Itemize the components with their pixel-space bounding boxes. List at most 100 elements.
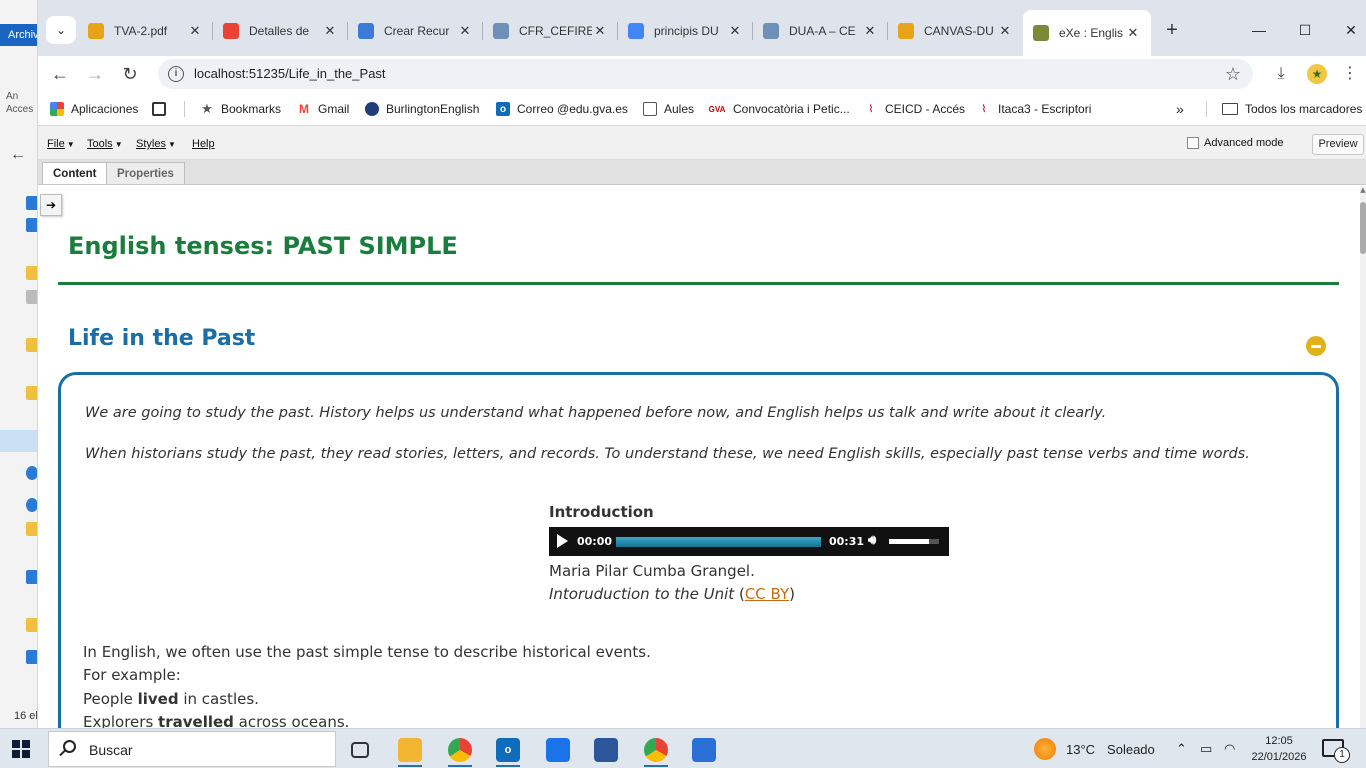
- chrome-icon[interactable]: [440, 733, 480, 767]
- outlook-icon[interactable]: o: [488, 733, 528, 767]
- preview-button[interactable]: Preview: [1312, 134, 1364, 155]
- address-bar[interactable]: i localhost:51235/Life_in_the_Past ☆: [158, 59, 1253, 89]
- close-window-button[interactable]: ✕: [1328, 16, 1366, 44]
- back-button[interactable]: ←: [46, 60, 74, 88]
- grid-bookmark[interactable]: [152, 92, 173, 126]
- tab-content[interactable]: Content: [42, 162, 108, 184]
- license-link[interactable]: CC BY: [745, 585, 789, 603]
- editor-icon[interactable]: [586, 733, 626, 767]
- close-icon[interactable]: ✕: [862, 23, 878, 39]
- caret-down-icon: ▼: [114, 140, 123, 149]
- advanced-mode-toggle[interactable]: Advanced mode: [1187, 137, 1284, 149]
- text: Explorers: [83, 713, 159, 728]
- tab-properties[interactable]: Properties: [106, 162, 185, 184]
- menu-styles[interactable]: Styles ▼: [136, 126, 176, 163]
- bookmark-gmail[interactable]: M Gmail: [297, 92, 349, 126]
- close-icon[interactable]: ✕: [727, 23, 743, 39]
- tab-gmail-details[interactable]: Detalles de ✕: [213, 14, 348, 48]
- weather-widget[interactable]: 13°C Soleado: [1034, 729, 1155, 768]
- close-icon[interactable]: ✕: [457, 23, 473, 39]
- close-icon[interactable]: ✕: [322, 23, 338, 39]
- outlook-icon: o: [496, 102, 510, 116]
- scrollbar[interactable]: [1360, 186, 1366, 728]
- bookmark-ceicd[interactable]: ⌇ CEICD - Accés: [864, 92, 965, 126]
- bookmark-burlington[interactable]: BurlingtonEnglish: [365, 92, 479, 126]
- toggle-navigation-arrow-icon[interactable]: ➔: [40, 194, 62, 216]
- maximize-button[interactable]: ☐: [1282, 16, 1328, 44]
- chevron-up-icon[interactable]: ⌃: [1176, 729, 1187, 768]
- text: across oceans.: [233, 713, 350, 728]
- close-icon[interactable]: ✕: [592, 23, 608, 39]
- tab-cfr-cefire[interactable]: CFR_CEFIRE ✕: [483, 14, 618, 48]
- menu-help[interactable]: Help: [192, 126, 215, 162]
- tab-exe-english[interactable]: eXe : Englis ✕: [1023, 10, 1151, 56]
- verb: lived: [137, 690, 179, 708]
- site-info-icon[interactable]: i: [168, 66, 184, 82]
- bookmark-label: Aules: [664, 102, 695, 116]
- close-icon[interactable]: ✕: [187, 23, 203, 39]
- pdf-icon: [88, 23, 104, 39]
- task-view-icon[interactable]: [340, 733, 380, 767]
- tab-crear-recursos[interactable]: Crear Recur ✕: [348, 14, 483, 48]
- apps-bookmark[interactable]: Aplicaciones: [50, 92, 138, 126]
- play-icon[interactable]: [557, 534, 568, 548]
- menu-file[interactable]: File ▼: [47, 126, 75, 163]
- folder-icon: [26, 618, 37, 632]
- all-bookmarks[interactable]: Todos los marcadores: [1222, 92, 1362, 126]
- bookmark-star-icon[interactable]: ☆: [1225, 59, 1241, 89]
- more-bookmarks-chevron-icon[interactable]: »: [1176, 92, 1184, 126]
- folder-icon: [26, 522, 37, 536]
- exe-menubar: File ▼ Tools ▼ Styles ▼ Help Advanced mode …: [38, 126, 1366, 160]
- calendar-icon[interactable]: [538, 733, 578, 767]
- volume-icon[interactable]: 🔊︎: [868, 533, 876, 548]
- work-title: Intoruduction to the Unit: [549, 585, 735, 603]
- taskbar-search[interactable]: Buscar: [48, 731, 336, 767]
- bookmark-bookmarks[interactable]: ★ Bookmarks: [200, 92, 281, 126]
- scroll-up-arrow-icon[interactable]: ▲: [1360, 186, 1366, 194]
- app-icon[interactable]: [684, 733, 724, 767]
- collapse-minus-icon[interactable]: [1306, 336, 1326, 356]
- exe-tabs: Content Properties: [38, 160, 1366, 185]
- text: People: [83, 690, 138, 708]
- menu-tools[interactable]: Tools ▼: [87, 126, 123, 163]
- archive-tab[interactable]: Archiv: [0, 24, 37, 46]
- bookmark-convocatoria[interactable]: GVA Convocatòria i Petic...: [708, 92, 850, 126]
- media-attribution: Intoruduction to the Unit (CC BY): [549, 585, 796, 603]
- volume-slider[interactable]: [889, 539, 939, 544]
- advanced-mode-checkbox[interactable]: [1187, 137, 1199, 149]
- forward-button[interactable]: →: [81, 60, 109, 88]
- bookmark-correo[interactable]: o Correo @edu.gva.es: [496, 92, 628, 126]
- download-icon[interactable]: ⤓: [1267, 60, 1295, 88]
- bookmark-itaca3[interactable]: ⌇ Itaca3 - Escriptori: [977, 92, 1092, 126]
- close-icon[interactable]: ✕: [997, 23, 1013, 39]
- profile-avatar[interactable]: ★: [1307, 64, 1327, 84]
- tab-title: DUA-A – CE: [789, 24, 856, 38]
- tab-search-button[interactable]: ⌄: [46, 16, 76, 44]
- file-explorer-icon[interactable]: [390, 733, 430, 767]
- minimize-button[interactable]: —: [1236, 16, 1282, 44]
- close-icon[interactable]: ✕: [1125, 25, 1141, 41]
- back-arrow-icon[interactable]: ←: [10, 146, 26, 164]
- wifi-icon[interactable]: ◠: [1224, 729, 1235, 768]
- progress-bar[interactable]: [616, 537, 821, 547]
- new-tab-button[interactable]: +: [1160, 18, 1184, 42]
- bookmark-aules[interactable]: Aules: [643, 92, 694, 126]
- reload-button[interactable]: ↻: [116, 60, 144, 88]
- menu-icon[interactable]: ⋮: [1336, 60, 1364, 88]
- tab-principis-dua[interactable]: principis DU ✕: [618, 14, 753, 48]
- intro-paragraph: When historians study the past, they rea…: [85, 446, 1250, 462]
- example-line: People lived in castles.: [83, 690, 259, 708]
- clock[interactable]: 12:05 22/01/2026: [1250, 733, 1308, 765]
- notification-count: 1: [1334, 747, 1350, 763]
- temperature: 13°C: [1066, 741, 1096, 757]
- tab-canvas-dua[interactable]: CANVAS-DU ✕: [888, 14, 1023, 48]
- scrollbar-thumb[interactable]: [1360, 202, 1366, 254]
- chrome-profile-icon[interactable]: [636, 733, 676, 767]
- notification-icon[interactable]: 1: [1322, 739, 1350, 763]
- tab-tva2-pdf[interactable]: TVA-2.pdf ✕: [78, 14, 213, 48]
- battery-icon[interactable]: ▭: [1200, 729, 1212, 768]
- audio-player[interactable]: 00:00 00:31 🔊︎: [549, 527, 949, 556]
- windows-start-icon[interactable]: [12, 740, 30, 758]
- url-text[interactable]: localhost:51235/Life_in_the_Past: [194, 59, 386, 89]
- tab-dua-a[interactable]: DUA-A – CE ✕: [753, 14, 888, 48]
